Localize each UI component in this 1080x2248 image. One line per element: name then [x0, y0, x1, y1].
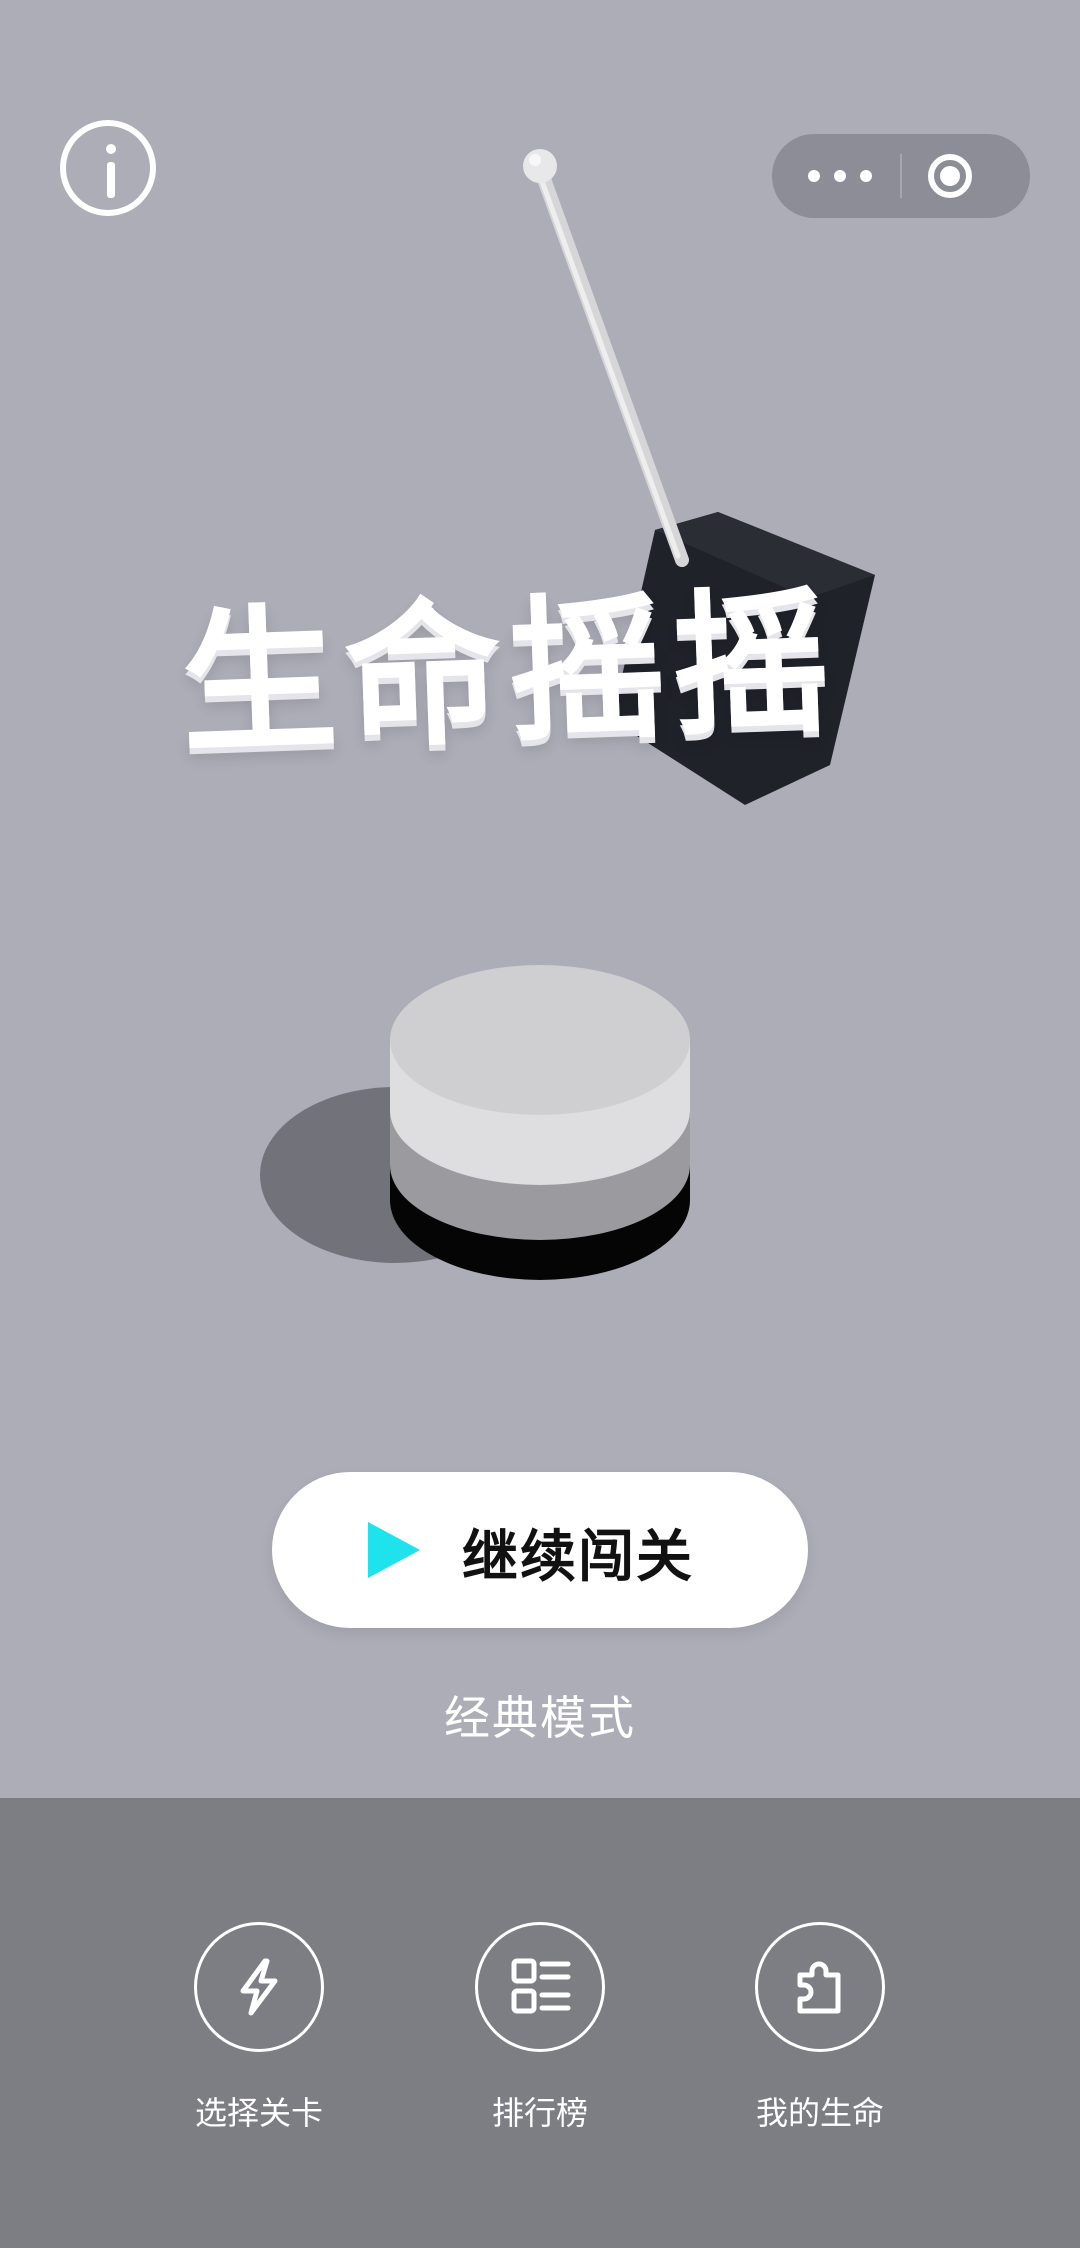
info-button[interactable] [60, 120, 156, 216]
info-icon [106, 144, 116, 154]
nav-label: 我的生命 [755, 2094, 884, 2132]
puzzle-piece-icon [797, 1961, 841, 2014]
capsule-menu [772, 134, 1030, 218]
bottom-nav-panel: 选择关卡 排行榜 我的生命 [0, 1798, 1080, 2248]
close-button[interactable] [928, 154, 972, 198]
game-title: 生命摇摇 [177, 570, 840, 776]
leaderboard-list-icon [511, 1958, 571, 2014]
nav-leaderboard[interactable]: 排行榜 [440, 1922, 640, 2162]
continue-button[interactable]: 继续闯关 [272, 1472, 808, 1628]
pendulum-rod [523, 149, 689, 567]
capsule-divider [900, 154, 902, 198]
mode-label[interactable]: 经典模式 [0, 1682, 1080, 1748]
cylinder-stack [390, 965, 690, 1280]
nav-my-life[interactable]: 我的生命 [720, 1922, 920, 2162]
nav-label: 排行榜 [491, 2094, 588, 2132]
lightning-icon [240, 1958, 278, 2016]
nav-select-level[interactable]: 选择关卡 [159, 1922, 359, 2162]
continue-button-label: 继续闯关 [462, 1525, 694, 1590]
play-icon [368, 1522, 420, 1578]
nav-label: 选择关卡 [194, 2094, 323, 2132]
